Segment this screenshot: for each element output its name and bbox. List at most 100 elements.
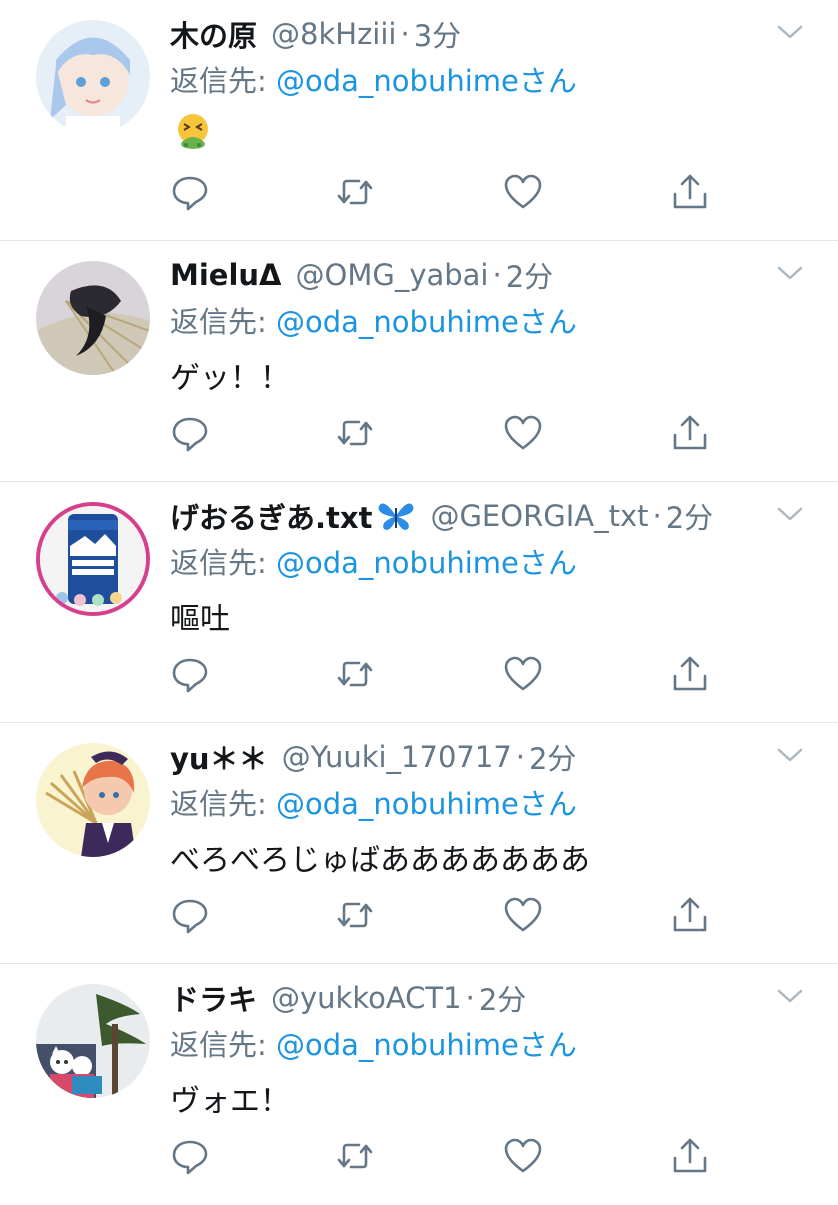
- tweet-text: 嘔吐: [170, 602, 230, 637]
- like-button[interactable]: [503, 895, 543, 935]
- reply-context: 返信先: @oda_nobuhimeさん: [170, 58, 577, 100]
- tweet-actions: [170, 413, 730, 457]
- reply-handle-link[interactable]: @oda_nobuhime: [276, 305, 519, 339]
- display-name[interactable]: yu＊＊: [170, 737, 268, 777]
- tweet-header: MieluΔ @OMG_yabai · 2分: [170, 255, 768, 295]
- nauseated-face-icon: [178, 114, 208, 149]
- reply-button[interactable]: [170, 413, 210, 453]
- display-name[interactable]: げおるぎあ.txt: [170, 496, 372, 536]
- tweet[interactable]: 木の原 @8kHziii · 3分 返信先: @oda_nobuhimeさん: [0, 0, 838, 241]
- share-button[interactable]: [670, 413, 710, 453]
- reply-handle-link[interactable]: @oda_nobuhime: [276, 546, 519, 580]
- avatar[interactable]: [36, 261, 150, 375]
- chevron-down-icon[interactable]: [776, 504, 804, 524]
- reply-label: 返信先:: [170, 305, 276, 339]
- like-icon: [504, 897, 542, 932]
- like-button[interactable]: [503, 413, 543, 453]
- timestamp[interactable]: 2分: [479, 978, 526, 1018]
- retweet-button[interactable]: [335, 895, 375, 935]
- tweet[interactable]: yu＊＊ @Yuuki_170717 · 2分 返信先: @oda_nobuhi…: [0, 723, 838, 964]
- retweet-button[interactable]: [335, 654, 375, 694]
- reply-icon: [172, 658, 208, 693]
- reply-handle-link[interactable]: @oda_nobuhime: [276, 64, 519, 98]
- display-name[interactable]: MieluΔ: [170, 258, 282, 292]
- avatar[interactable]: [36, 502, 150, 616]
- separator-dot: ·: [492, 258, 502, 292]
- like-button[interactable]: [503, 654, 543, 694]
- like-icon: [504, 174, 542, 209]
- retweet-button[interactable]: [335, 413, 375, 453]
- like-button[interactable]: [503, 172, 543, 212]
- share-button[interactable]: [670, 172, 710, 212]
- share-button[interactable]: [670, 1136, 710, 1176]
- reply-label: 返信先:: [170, 64, 276, 98]
- reply-label: 返信先:: [170, 1028, 276, 1062]
- chevron-down-icon[interactable]: [776, 22, 804, 42]
- chevron-down-icon[interactable]: [776, 745, 804, 765]
- reply-feed: 木の原 @8kHziii · 3分 返信先: @oda_nobuhimeさん M…: [0, 0, 838, 1205]
- tweet[interactable]: げおるぎあ.txt @GEORGIA_txt · 2分 返信先: @oda_no…: [0, 482, 838, 723]
- reply-button[interactable]: [170, 1136, 210, 1176]
- like-button[interactable]: [503, 1136, 543, 1176]
- reply-suffix: さん: [518, 64, 577, 98]
- share-icon: [673, 415, 707, 450]
- avatar[interactable]: [36, 984, 150, 1098]
- separator-dot: ·: [515, 740, 525, 774]
- retweet-icon: [337, 902, 373, 928]
- retweet-icon: [337, 661, 373, 687]
- tweet[interactable]: MieluΔ @OMG_yabai · 2分 返信先: @oda_nobuhim…: [0, 241, 838, 482]
- reply-icon: [172, 176, 208, 211]
- reply-handle-link[interactable]: @oda_nobuhime: [276, 787, 519, 821]
- separator-dot: ·: [652, 499, 662, 533]
- share-button[interactable]: [670, 895, 710, 935]
- share-icon: [673, 1138, 707, 1173]
- tweet-text: ゲッ！！: [170, 361, 290, 396]
- reply-handle-link[interactable]: @oda_nobuhime: [276, 1028, 519, 1062]
- like-icon: [504, 1138, 542, 1173]
- reply-button[interactable]: [170, 172, 210, 212]
- tweet-header: ドラキ @yukkoACT1 · 2分: [170, 978, 768, 1018]
- avatar[interactable]: [36, 743, 150, 857]
- display-name[interactable]: ドラキ: [170, 978, 257, 1018]
- tweet-text: ヴォエ！: [170, 1084, 290, 1119]
- separator-dot: ·: [465, 981, 475, 1015]
- user-handle[interactable]: @GEORGIA_txt: [430, 499, 648, 533]
- chevron-down-icon[interactable]: [776, 263, 804, 283]
- user-handle[interactable]: @yukkoACT1: [271, 981, 462, 1015]
- display-name[interactable]: 木の原: [170, 14, 257, 54]
- reply-button[interactable]: [170, 895, 210, 935]
- chevron-down-icon[interactable]: [776, 986, 804, 1006]
- reply-label: 返信先:: [170, 546, 276, 580]
- timestamp[interactable]: 2分: [666, 496, 713, 536]
- reply-icon: [172, 1140, 208, 1175]
- user-handle[interactable]: @8kHziii: [271, 17, 396, 51]
- tweet-text: べろべろじゅばあああああああ: [170, 843, 590, 878]
- timestamp[interactable]: 2分: [529, 737, 576, 777]
- reply-context: 返信先: @oda_nobuhimeさん: [170, 1022, 577, 1064]
- timestamp[interactable]: 2分: [506, 255, 553, 295]
- tweet-actions: [170, 172, 730, 216]
- reply-suffix: さん: [518, 787, 577, 821]
- share-button[interactable]: [670, 654, 710, 694]
- user-handle[interactable]: @Yuuki_170717: [282, 740, 512, 774]
- like-icon: [504, 415, 542, 450]
- retweet-icon: [337, 1143, 373, 1169]
- reply-context: 返信先: @oda_nobuhimeさん: [170, 540, 577, 582]
- retweet-button[interactable]: [335, 172, 375, 212]
- share-icon: [673, 656, 707, 691]
- share-icon: [673, 174, 707, 209]
- separator-dot: ·: [400, 17, 410, 51]
- retweet-button[interactable]: [335, 1136, 375, 1176]
- reply-context: 返信先: @oda_nobuhimeさん: [170, 781, 577, 823]
- tweet-actions: [170, 895, 730, 939]
- reply-suffix: さん: [518, 1028, 577, 1062]
- reply-icon: [172, 899, 208, 934]
- timestamp[interactable]: 3分: [414, 14, 461, 54]
- reply-label: 返信先:: [170, 787, 276, 821]
- avatar[interactable]: [36, 20, 150, 134]
- tweet[interactable]: ドラキ @yukkoACT1 · 2分 返信先: @oda_nobuhimeさん…: [0, 964, 838, 1205]
- user-handle[interactable]: @OMG_yabai: [296, 258, 489, 292]
- reply-context: 返信先: @oda_nobuhimeさん: [170, 299, 577, 341]
- like-icon: [504, 656, 542, 691]
- reply-button[interactable]: [170, 654, 210, 694]
